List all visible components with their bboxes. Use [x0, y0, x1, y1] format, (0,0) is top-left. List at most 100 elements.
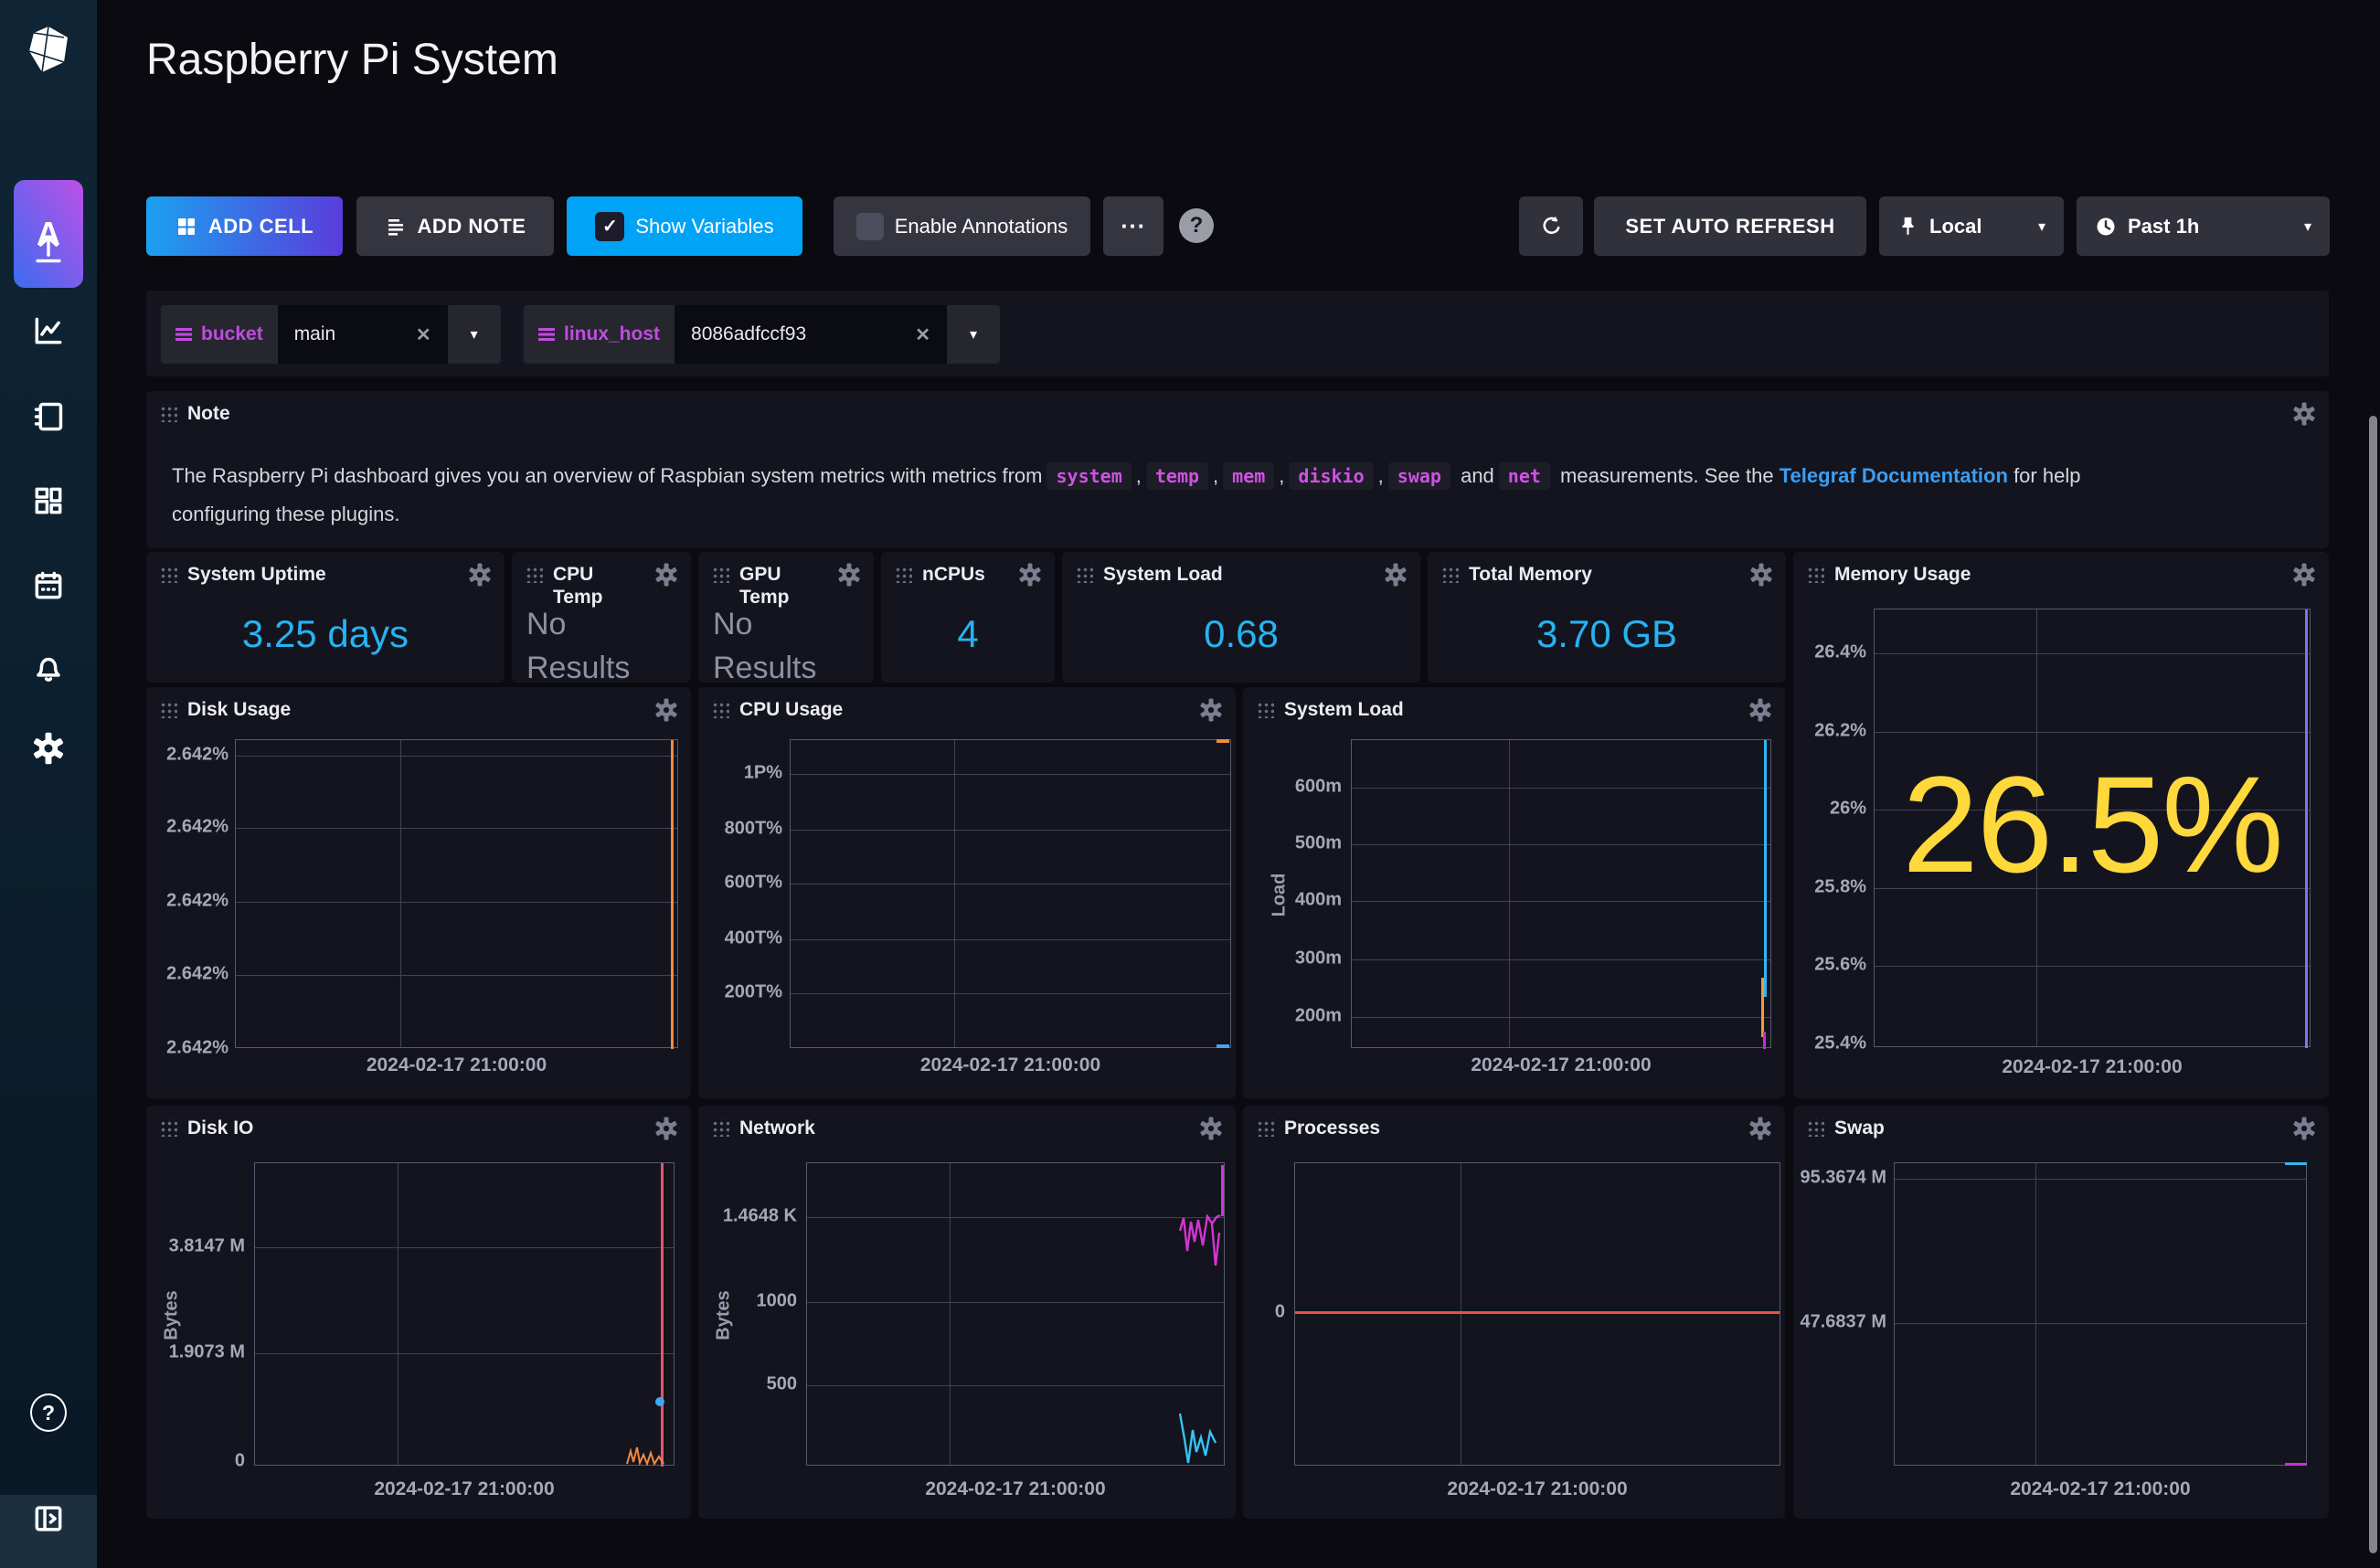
- close-icon[interactable]: ✕: [915, 323, 930, 346]
- variable-caret-button[interactable]: ▾: [448, 305, 501, 364]
- series-line: [1761, 978, 1764, 1037]
- drag-handle[interactable]: [1256, 1118, 1274, 1137]
- drag-handle[interactable]: [159, 1118, 177, 1137]
- chevron-down-icon: ▾: [2304, 217, 2311, 236]
- enable-annotations-toggle[interactable]: Enable Annotations: [834, 196, 1090, 256]
- gear-icon[interactable]: [654, 698, 678, 722]
- series-mark: [2285, 1162, 2307, 1165]
- gear-icon[interactable]: [654, 1117, 678, 1140]
- drag-handle[interactable]: [1806, 565, 1824, 583]
- drag-handle[interactable]: [525, 565, 543, 583]
- add-note-label: ADD NOTE: [418, 215, 526, 238]
- checkbox-empty-icon[interactable]: [856, 213, 884, 240]
- gear-icon[interactable]: [654, 563, 678, 587]
- gear-icon[interactable]: [1384, 563, 1408, 587]
- drag-handle[interactable]: [711, 700, 729, 718]
- close-icon[interactable]: ✕: [416, 323, 431, 346]
- variable-caret-button[interactable]: ▾: [947, 305, 1000, 364]
- drag-handle[interactable]: [1806, 1118, 1824, 1137]
- comma: ,: [1213, 464, 1218, 487]
- gear-icon[interactable]: [1018, 563, 1042, 587]
- gear-icon[interactable]: [2292, 1117, 2316, 1140]
- gear-icon[interactable]: [837, 563, 861, 587]
- help-question-button[interactable]: ?: [1179, 208, 1214, 243]
- system-uptime-cell: System Uptime 3.25 days: [146, 552, 505, 683]
- set-auto-refresh-button[interactable]: SET AUTO REFRESH: [1594, 196, 1866, 256]
- vertical-scrollbar[interactable]: [2369, 416, 2377, 1553]
- timezone-dropdown[interactable]: Local ▾: [1879, 196, 2064, 256]
- telegraf-documentation-link[interactable]: Telegraf Documentation: [1780, 464, 2008, 487]
- y-tick: 2.642%: [154, 745, 228, 766]
- chart-plot-area[interactable]: [1294, 1162, 1780, 1466]
- refresh-button[interactable]: [1519, 196, 1583, 256]
- data-explorer-icon[interactable]: [30, 313, 67, 349]
- network-cell: Network Bytes 1.4648 K 1000 500 2024-02-…: [698, 1106, 1236, 1519]
- chart-plot-area[interactable]: [806, 1162, 1225, 1466]
- code-chip: net: [1499, 462, 1550, 490]
- alerts-bell-icon[interactable]: [30, 650, 67, 686]
- add-note-button[interactable]: ADD NOTE: [356, 196, 554, 256]
- chart-plot-area[interactable]: [790, 739, 1231, 1048]
- variable-label: linux_host: [524, 305, 675, 364]
- dashboards-icon[interactable]: [30, 482, 67, 519]
- notebooks-icon[interactable]: [30, 398, 67, 435]
- sidebar-toggle-icon[interactable]: [30, 1500, 67, 1537]
- gear-icon[interactable]: [468, 563, 492, 587]
- gridline: [236, 756, 677, 757]
- y-tick: 3.8147 M: [154, 1236, 245, 1257]
- series-sparkline: [1179, 1412, 1217, 1465]
- chevron-down-icon: ▾: [970, 325, 977, 344]
- time-range-dropdown[interactable]: Past 1h ▾: [2077, 196, 2330, 256]
- y-tick: 1000: [706, 1291, 797, 1312]
- tasks-calendar-icon[interactable]: [30, 567, 67, 604]
- variable-value[interactable]: main ✕: [278, 305, 448, 364]
- more-options-button[interactable]: ···: [1103, 196, 1163, 256]
- y-tick: 600T%: [706, 873, 782, 894]
- variable-bucket-dropdown[interactable]: bucket main ✕ ▾: [161, 305, 501, 364]
- code-chip: temp: [1146, 462, 1208, 490]
- chart-plot-area[interactable]: [254, 1162, 675, 1466]
- cell-title: Swap: [1834, 1117, 1885, 1139]
- chart-plot-area[interactable]: [235, 739, 678, 1048]
- gear-icon[interactable]: [1749, 563, 1773, 587]
- y-tick: 26.4%: [1797, 642, 1866, 663]
- variable-linux-host-dropdown[interactable]: linux_host 8086adfccf93 ✕ ▾: [524, 305, 1000, 364]
- y-tick: 2.642%: [154, 891, 228, 912]
- drag-handle[interactable]: [1440, 565, 1459, 583]
- variable-value[interactable]: 8086adfccf93 ✕: [675, 305, 947, 364]
- stat-value: 3.25 days: [146, 612, 505, 656]
- page-title[interactable]: Raspberry Pi System: [146, 35, 558, 85]
- gear-icon[interactable]: [2292, 402, 2316, 426]
- drag-handle[interactable]: [159, 565, 177, 583]
- code-chip: diskio: [1289, 462, 1373, 490]
- settings-gear-icon[interactable]: [30, 730, 67, 767]
- chart-plot-area[interactable]: [1351, 739, 1771, 1048]
- processes-cell: Processes 0 2024-02-17 21:00:00: [1243, 1106, 1785, 1519]
- cell-title: nCPUs: [922, 563, 985, 586]
- gear-icon[interactable]: [1748, 698, 1772, 722]
- gear-icon[interactable]: [1199, 1117, 1223, 1140]
- swap-cell: Swap 95.3674 M 47.6837 M 2024-02-17 21:0…: [1793, 1106, 2329, 1519]
- drag-handle[interactable]: [711, 565, 729, 583]
- gear-icon[interactable]: [1748, 1117, 1772, 1140]
- chart-plot-area[interactable]: [1894, 1162, 2307, 1466]
- sidebar: A ?: [0, 0, 97, 1568]
- add-cell-button[interactable]: ADD CELL: [146, 196, 343, 256]
- drag-handle[interactable]: [159, 700, 177, 718]
- variable-name: bucket: [201, 323, 263, 345]
- drag-handle[interactable]: [711, 1118, 729, 1137]
- drag-handle[interactable]: [894, 565, 912, 583]
- checkbox-checked-icon[interactable]: ✓: [595, 212, 624, 241]
- y-tick: 95.3674 M: [1793, 1168, 1886, 1189]
- gear-icon[interactable]: [1199, 698, 1223, 722]
- gear-icon[interactable]: [2292, 563, 2316, 587]
- help-glyph: ?: [1190, 213, 1204, 238]
- drag-handle[interactable]: [1075, 565, 1093, 583]
- series-line: [661, 1163, 664, 1467]
- upload-icon[interactable]: [30, 230, 67, 267]
- drag-handle[interactable]: [1256, 700, 1274, 718]
- influxdata-logo-icon[interactable]: [22, 24, 75, 77]
- help-icon[interactable]: ?: [30, 1394, 67, 1431]
- show-variables-toggle[interactable]: ✓ Show Variables: [567, 196, 802, 256]
- drag-handle[interactable]: [159, 404, 177, 422]
